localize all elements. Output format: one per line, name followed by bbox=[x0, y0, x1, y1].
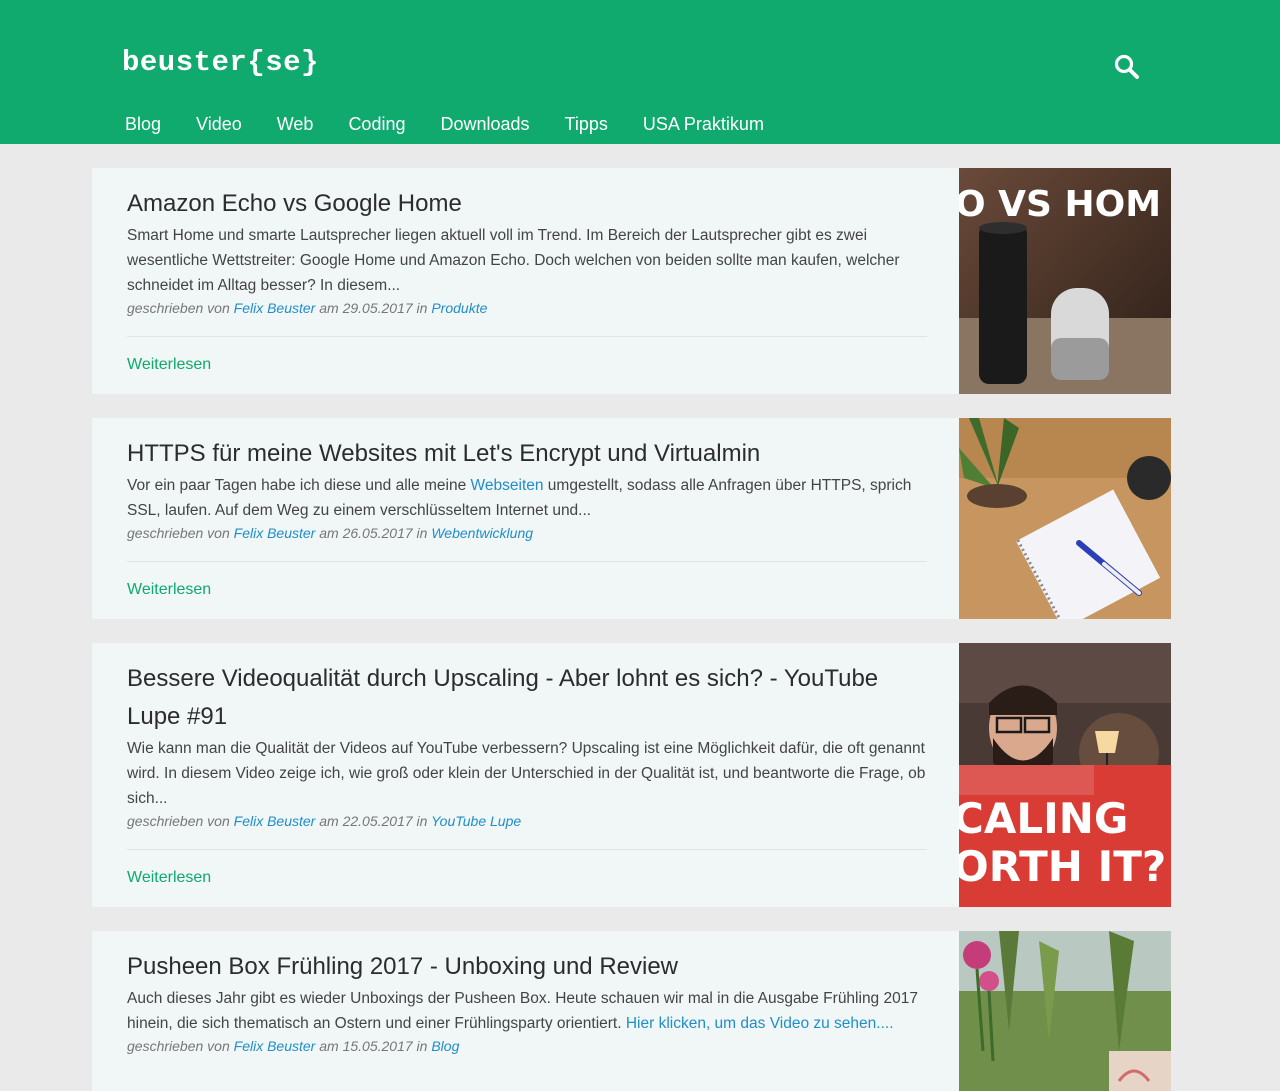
thumbnail-text: O VS HOM bbox=[959, 184, 1161, 225]
nav-item-downloads[interactable]: Downloads bbox=[440, 112, 529, 136]
post-meta: geschrieben von Felix Beuster am 15.05.2… bbox=[127, 1038, 460, 1054]
post-title[interactable]: Amazon Echo vs Google Home bbox=[127, 185, 927, 223]
thumbnail-text: CALING bbox=[959, 794, 1128, 843]
divider bbox=[127, 336, 927, 337]
post-title[interactable]: HTTPS für meine Websites mit Let's Encry… bbox=[127, 435, 927, 473]
excerpt-link[interactable]: Hier klicken, um das Video zu sehen.... bbox=[626, 1015, 894, 1032]
site-header: beuster{se} Blog Video Web Coding Downlo… bbox=[0, 0, 1280, 144]
post-title[interactable]: Bessere Videoqualität durch Upscaling - … bbox=[127, 660, 927, 736]
thumbnail-text: ORTH IT? bbox=[959, 842, 1166, 891]
nav-item-tipps[interactable]: Tipps bbox=[565, 112, 608, 136]
divider bbox=[127, 561, 927, 562]
post-date: 15.05.2017 bbox=[342, 1038, 413, 1054]
category-link[interactable]: Webentwicklung bbox=[431, 525, 533, 541]
nav-item-video[interactable]: Video bbox=[196, 112, 242, 136]
nav-item-coding[interactable]: Coding bbox=[348, 112, 405, 136]
post-card: Amazon Echo vs Google Home Smart Home un… bbox=[92, 168, 1171, 394]
nav-item-web[interactable]: Web bbox=[277, 112, 314, 136]
post-thumbnail[interactable] bbox=[959, 931, 1171, 1091]
author-link[interactable]: Felix Beuster bbox=[234, 1038, 316, 1054]
post-meta: geschrieben von Felix Beuster am 22.05.2… bbox=[127, 813, 522, 829]
post-excerpt: Auch dieses Jahr gibt es wieder Unboxing… bbox=[127, 990, 918, 1032]
category-link[interactable]: YouTube Lupe bbox=[431, 813, 521, 829]
read-more-link[interactable]: Weiterlesen bbox=[127, 869, 211, 887]
post-title[interactable]: Pusheen Box Frühling 2017 - Unboxing und… bbox=[127, 948, 927, 986]
author-link[interactable]: Felix Beuster bbox=[234, 525, 316, 541]
post-thumbnail[interactable]: CALING ORTH IT? bbox=[959, 643, 1171, 907]
category-link[interactable]: Blog bbox=[431, 1038, 459, 1054]
post-meta: geschrieben von Felix Beuster am 26.05.2… bbox=[127, 525, 534, 541]
post-excerpt: Wie kann man die Qualität der Videos auf… bbox=[127, 740, 926, 807]
divider bbox=[127, 849, 927, 850]
search-icon[interactable] bbox=[1112, 52, 1142, 82]
read-more-link[interactable]: Weiterlesen bbox=[127, 581, 211, 599]
post-excerpt: Smart Home und smarte Lautsprecher liege… bbox=[127, 227, 900, 294]
post-date: 29.05.2017 bbox=[342, 300, 413, 316]
post-thumbnail[interactable]: O VS HOM bbox=[959, 168, 1171, 394]
nav-item-usa-praktikum[interactable]: USA Praktikum bbox=[643, 112, 764, 136]
post-date: 26.05.2017 bbox=[342, 525, 413, 541]
main-nav: Blog Video Web Coding Downloads Tipps US… bbox=[125, 112, 799, 136]
post-card: Pusheen Box Frühling 2017 - Unboxing und… bbox=[92, 931, 1171, 1091]
post-card: Bessere Videoqualität durch Upscaling - … bbox=[92, 643, 1171, 907]
category-link[interactable]: Produkte bbox=[431, 300, 487, 316]
post-thumbnail[interactable] bbox=[959, 418, 1171, 619]
post-meta: geschrieben von Felix Beuster am 29.05.2… bbox=[127, 300, 488, 316]
post-date: 22.05.2017 bbox=[342, 813, 413, 829]
author-link[interactable]: Felix Beuster bbox=[234, 300, 316, 316]
excerpt-link[interactable]: Webseiten bbox=[471, 477, 544, 494]
nav-item-blog[interactable]: Blog bbox=[125, 112, 161, 136]
author-link[interactable]: Felix Beuster bbox=[234, 813, 316, 829]
post-card: HTTPS für meine Websites mit Let's Encry… bbox=[92, 418, 1171, 619]
read-more-link[interactable]: Weiterlesen bbox=[127, 356, 211, 374]
site-logo[interactable]: beuster{se} bbox=[122, 46, 319, 79]
post-excerpt: Vor ein paar Tagen habe ich diese und al… bbox=[127, 477, 912, 519]
